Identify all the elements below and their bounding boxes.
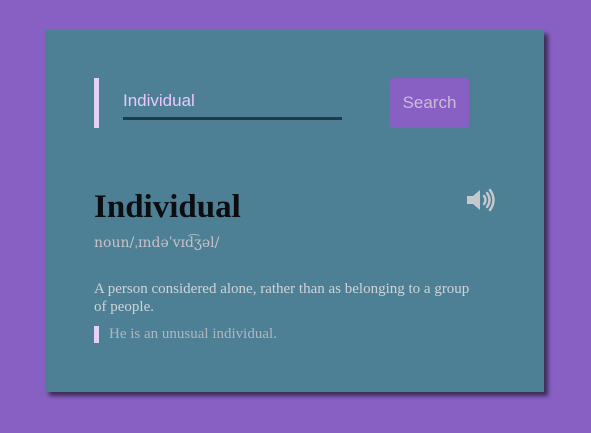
dictionary-card: Search Individual noun/ˌɪndəˈvɪd͡ʒəl/ A … [45, 30, 544, 392]
definition-text: A person considered alone, rather than a… [94, 281, 470, 315]
example-sentence: He is an unusual individual. [94, 326, 277, 343]
phonetic-spelling: /ˌɪndəˈvɪd͡ʒəl/ [129, 235, 220, 251]
word-title: Individual [94, 189, 241, 225]
search-input[interactable] [123, 84, 342, 120]
part-of-speech: noun [94, 235, 130, 251]
search-button[interactable]: Search [390, 78, 469, 128]
speaker-volume-icon[interactable] [465, 187, 497, 213]
search-accent-bar [94, 78, 99, 128]
pronunciation-line: noun/ˌɪndəˈvɪd͡ʒəl/ [94, 235, 219, 251]
